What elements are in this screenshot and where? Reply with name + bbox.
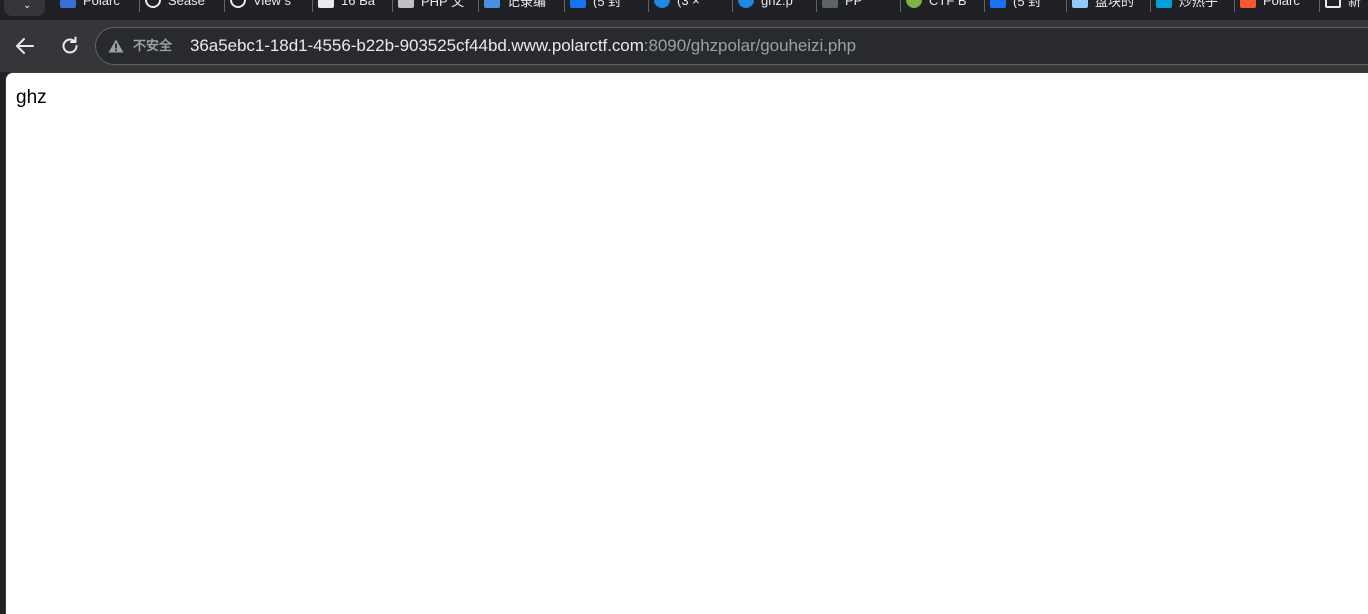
url-text[interactable]: 36a5ebc1-18d1-4556-b22b-903525cf44bd.www…: [190, 36, 856, 56]
tab-title: View s: [253, 0, 292, 8]
chevron-down-icon: ⌄: [23, 0, 32, 11]
url-path: :8090/ghzpolar/gouheizi.php: [643, 36, 857, 55]
tab[interactable]: 盘块的: [1072, 0, 1150, 8]
tab-separator: [1319, 0, 1320, 12]
tab[interactable]: 16 Ba: [318, 0, 392, 8]
tv-icon: [1156, 0, 1172, 8]
tab-title: Polarc: [1263, 0, 1300, 8]
tab[interactable]: 新: [1325, 0, 1362, 8]
tab-title: 16 Ba: [341, 0, 375, 8]
tab-title: CTF B: [929, 0, 967, 8]
dark-doc-icon: [822, 0, 838, 8]
tab[interactable]: PP: [822, 0, 900, 8]
document-icon: [318, 0, 334, 8]
tab-title: 炒热乎: [1179, 0, 1219, 8]
tab-separator: [732, 0, 733, 12]
tab[interactable]: View s: [230, 0, 312, 8]
globe-icon: [230, 0, 246, 8]
window-icon: [1325, 0, 1341, 8]
tab-separator: [1066, 0, 1067, 12]
zhihu-icon: [570, 0, 586, 8]
tab-separator: [648, 0, 649, 12]
page-content: ghz: [5, 72, 1368, 614]
tab[interactable]: 炒热乎: [1156, 0, 1234, 8]
tab-title: ghz.p: [761, 0, 793, 8]
tab-title: (3 ×: [677, 0, 700, 8]
tab-title: PP: [845, 0, 863, 8]
tab-separator: [564, 0, 565, 12]
reload-icon: [62, 36, 78, 54]
tab-separator: [1234, 0, 1235, 12]
tab[interactable]: ghz.p: [738, 0, 816, 8]
tab-title: (5 封: [593, 0, 622, 8]
tab-title: 新: [1348, 0, 1362, 8]
tab[interactable]: (5 封: [990, 0, 1066, 8]
tab-search-button[interactable]: ⌄: [4, 0, 45, 16]
tab-title: 盘块的: [1095, 0, 1135, 8]
tab-separator: [1150, 0, 1151, 12]
tab-title: Polarc: [83, 0, 120, 8]
tab[interactable]: Polarc: [1240, 0, 1319, 8]
address-bar[interactable]: 不安全 36a5ebc1-18d1-4556-b22b-903525cf44bd…: [95, 27, 1368, 65]
tab-separator: [392, 0, 393, 12]
not-secure-label[interactable]: 不安全: [133, 38, 172, 54]
polarctf-icon: [60, 0, 76, 8]
url-host: 36a5ebc1-18d1-4556-b22b-903525cf44bd.www…: [190, 36, 644, 55]
tab-title: Sease: [168, 0, 205, 8]
back-button[interactable]: [9, 30, 41, 62]
tab[interactable]: 记录编: [484, 0, 564, 8]
tab-title: (5 封: [1013, 0, 1042, 8]
browser-window: ⌄ Polarc Sease View s 16 Ba PHP 文 记录编 (5 封 (3 ×…: [0, 0, 1368, 614]
tab-separator: [816, 0, 817, 12]
browser-toolbar: 不安全 36a5ebc1-18d1-4556-b22b-903525cf44bd…: [0, 20, 1368, 72]
globe-icon: [145, 0, 161, 8]
tab-strip: ⌄ Polarc Sease View s 16 Ba PHP 文 记录编 (5 封 (3 ×…: [0, 0, 1368, 20]
feather-icon: [484, 0, 500, 8]
tab[interactable]: PHP 文: [398, 0, 478, 8]
tab-separator: [139, 0, 140, 12]
warning-icon[interactable]: [108, 39, 124, 53]
image-icon: [1072, 0, 1088, 8]
tab-separator: [312, 0, 313, 12]
blue-circle-icon: [654, 0, 670, 8]
blue-circle-icon: [738, 0, 754, 8]
tab[interactable]: Sease: [145, 0, 224, 8]
tab-separator: [984, 0, 985, 12]
reload-button[interactable]: [54, 30, 86, 62]
green-circle-icon: [906, 0, 922, 8]
tab-separator: [900, 0, 901, 12]
tab[interactable]: Polarc: [60, 0, 139, 8]
back-arrow-icon: [16, 38, 34, 54]
page-body-text: ghz: [16, 87, 47, 108]
php-doc-icon: [398, 0, 414, 8]
tab-title: PHP 文: [421, 0, 465, 8]
tab[interactable]: CTF B: [906, 0, 984, 8]
csdn-icon: [1240, 0, 1256, 8]
zhihu-icon: [990, 0, 1006, 8]
tab[interactable]: (5 封: [570, 0, 648, 8]
tab-separator: [478, 0, 479, 12]
tab-title: 记录编: [507, 0, 547, 8]
tab[interactable]: (3 ×: [654, 0, 732, 8]
tab-separator: [224, 0, 225, 12]
